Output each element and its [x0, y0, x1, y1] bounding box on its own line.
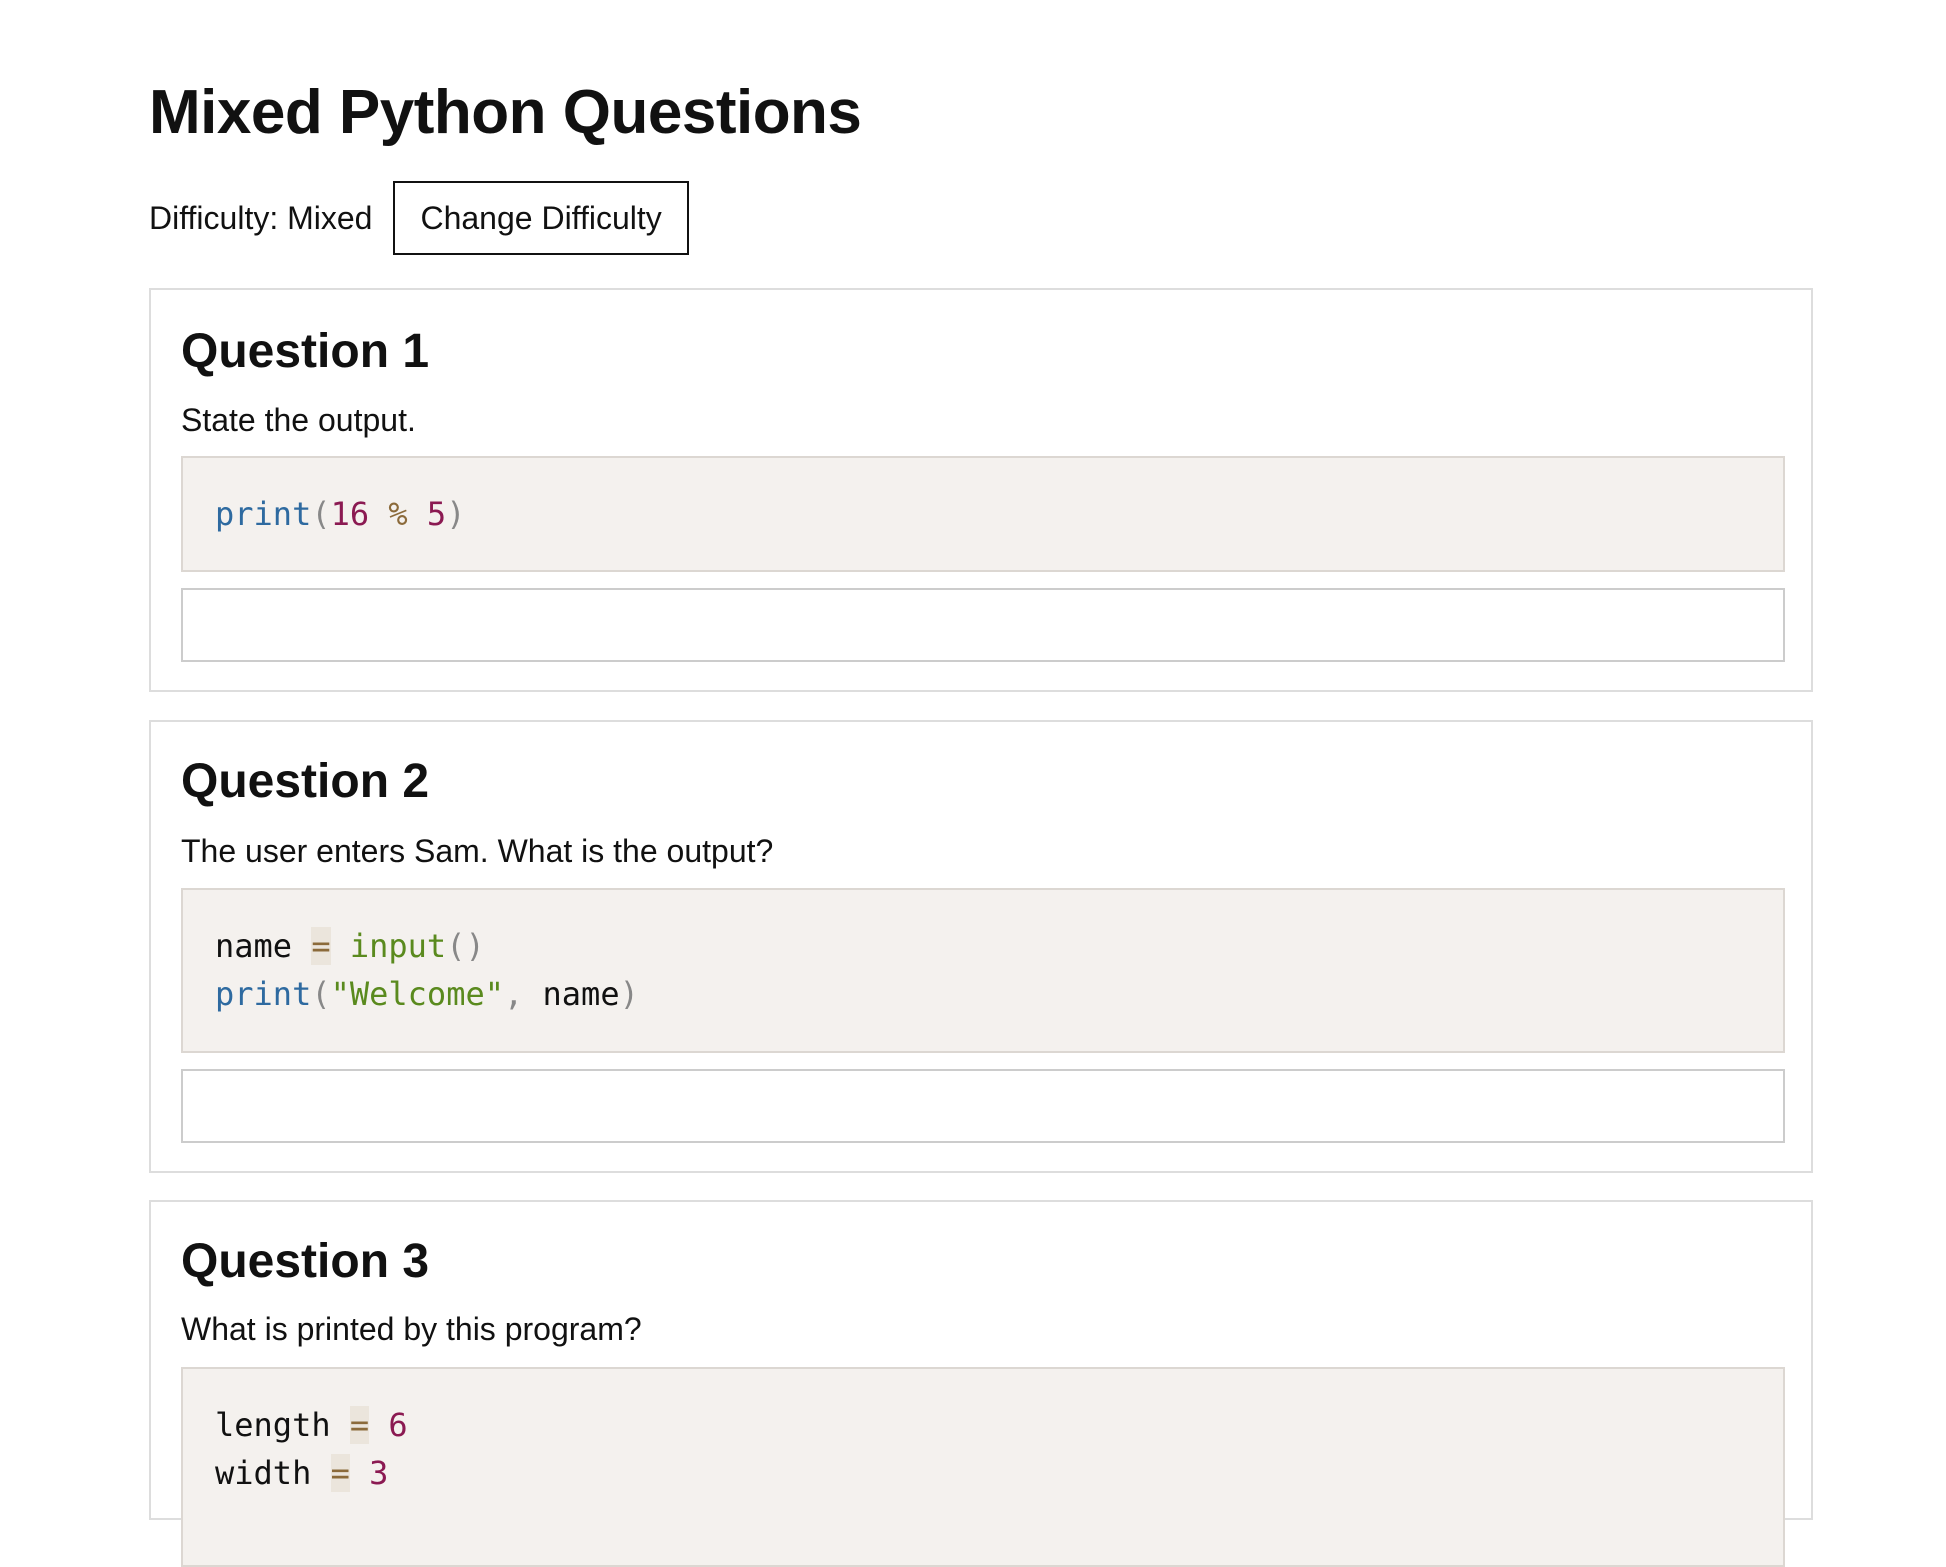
code-token: = [311, 927, 331, 965]
code-block: name = input() print("Welcome", name) [181, 888, 1785, 1053]
code-line: name = input() [215, 922, 1751, 970]
question-prompt: State the output. [181, 402, 416, 438]
question-prompt: The user enters Sam. What is the output? [181, 833, 774, 869]
code-token: 16 [330, 495, 370, 533]
code-token: name [542, 975, 620, 1013]
code-token: % [388, 495, 408, 533]
code-token: = [349, 1406, 370, 1444]
code-token: input [349, 927, 447, 965]
code-block: print(16 % 5) [181, 456, 1785, 572]
code-line: print(16 % 5) [215, 490, 1751, 538]
code-token: ( [311, 495, 331, 533]
page-title: Mixed Python Questions [149, 78, 862, 147]
question-heading: Question 3 [181, 1235, 430, 1288]
code-token: print [215, 495, 312, 533]
code-token: , [503, 975, 543, 1013]
code-token: "Welcome" [330, 975, 504, 1013]
question-heading: Question 1 [181, 325, 430, 378]
code-token: length [215, 1406, 331, 1444]
difficulty-label: Difficulty: Mixed [149, 199, 373, 236]
answer-input[interactable] [181, 588, 1785, 662]
difficulty-row: Difficulty: Mixed Change Difficulty [149, 181, 689, 255]
change-difficulty-button[interactable]: Change Difficulty [393, 181, 689, 255]
code-token: ( [311, 975, 331, 1013]
code-block: length = 6 width = 3 [181, 1367, 1785, 1567]
question-prompt: What is printed by this program? [181, 1311, 642, 1347]
question-card-2: Question 2 The user enters Sam. What is … [149, 720, 1813, 1173]
code-line: width = 3 [215, 1449, 1751, 1497]
code-line: length = 6 [215, 1401, 1751, 1449]
code-token: 5 [426, 495, 447, 533]
code-token: print [215, 975, 312, 1013]
code-token: ) [619, 975, 639, 1013]
code-line: print("Welcome", name) [215, 970, 1751, 1018]
code-token: () [446, 927, 485, 965]
code-token: ) [446, 495, 466, 533]
answer-input[interactable] [181, 1069, 1785, 1143]
question-card-1: Question 1 State the output. print(16 % … [149, 288, 1813, 692]
question-heading: Question 2 [181, 755, 430, 808]
code-token: 6 [388, 1406, 408, 1444]
question-card-3: Question 3 What is printed by this progr… [149, 1200, 1813, 1567]
code-token: name [215, 927, 293, 965]
